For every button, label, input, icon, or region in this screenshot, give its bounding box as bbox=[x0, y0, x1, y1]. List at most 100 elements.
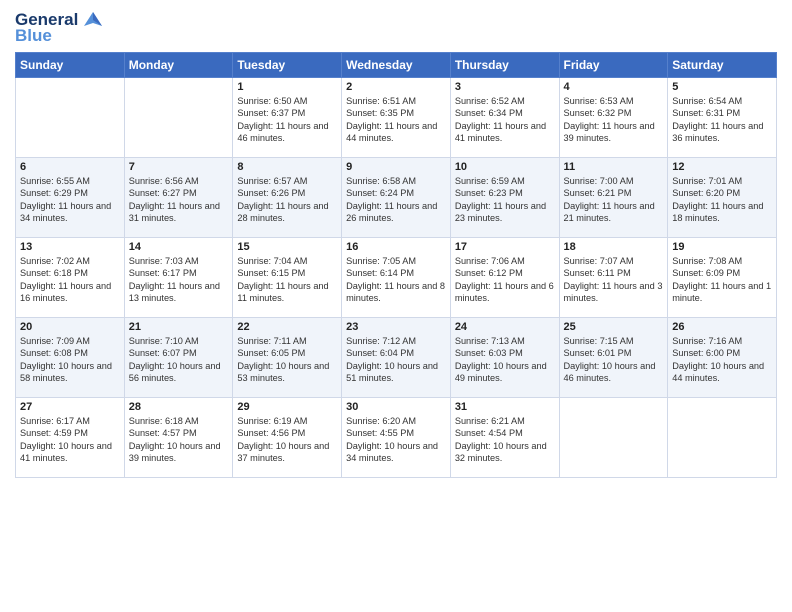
calendar-cell: 5 Sunrise: 6:54 AM Sunset: 6:31 PM Daylig… bbox=[668, 78, 777, 158]
calendar-cell bbox=[668, 398, 777, 478]
day-info: Sunrise: 6:59 AM Sunset: 6:23 PM Dayligh… bbox=[455, 175, 555, 225]
calendar-cell: 19 Sunrise: 7:08 AM Sunset: 6:09 PM Dayli… bbox=[668, 238, 777, 318]
calendar-cell: 30Sunrise: 6:20 AM Sunset: 4:55 PM Dayli… bbox=[342, 398, 451, 478]
calendar-cell: 8 Sunrise: 6:57 AM Sunset: 6:26 PM Daylig… bbox=[233, 158, 342, 238]
day-info: Sunrise: 6:18 AM Sunset: 4:57 PM Dayligh… bbox=[129, 415, 229, 465]
calendar-cell: 25 Sunrise: 7:15 AM Sunset: 6:01 PM Dayli… bbox=[559, 318, 668, 398]
day-info: Sunrise: 6:55 AM Sunset: 6:29 PM Dayligh… bbox=[20, 175, 120, 225]
header-day-saturday: Saturday bbox=[668, 53, 777, 78]
day-info: Sunrise: 7:08 AM Sunset: 6:09 PM Dayligh… bbox=[672, 255, 772, 305]
calendar-cell: 14 Sunrise: 7:03 AM Sunset: 6:17 PM Dayli… bbox=[124, 238, 233, 318]
calendar-cell: 11 Sunrise: 7:00 AM Sunset: 6:21 PM Dayli… bbox=[559, 158, 668, 238]
calendar-cell: 31 Sunrise: 6:21 AM Sunset: 4:54 PM Dayli… bbox=[450, 398, 559, 478]
header: General Blue bbox=[15, 10, 777, 46]
day-info: Sunrise: 7:05 AM Sunset: 6:14 PM Dayligh… bbox=[346, 255, 446, 305]
day-info: Sunrise: 7:02 AM Sunset: 6:18 PM Dayligh… bbox=[20, 255, 120, 305]
week-row-3: 20 Sunrise: 7:09 AM Sunset: 6:08 PM Dayli… bbox=[16, 318, 777, 398]
day-info: Sunrise: 7:04 AM Sunset: 6:15 PM Dayligh… bbox=[237, 255, 337, 305]
header-day-friday: Friday bbox=[559, 53, 668, 78]
day-number: 21 bbox=[129, 321, 229, 333]
calendar-cell bbox=[124, 78, 233, 158]
day-number: 11 bbox=[564, 161, 664, 173]
page: General Blue SundayMondayTuesdayWednesda… bbox=[0, 0, 792, 612]
day-info: Sunrise: 7:15 AM Sunset: 6:01 PM Dayligh… bbox=[564, 335, 664, 385]
header-row: SundayMondayTuesdayWednesdayThursdayFrid… bbox=[16, 53, 777, 78]
day-info: Sunrise: 6:50 AM Sunset: 6:37 PM Dayligh… bbox=[237, 95, 337, 145]
calendar-cell: 6 Sunrise: 6:55 AM Sunset: 6:29 PM Daylig… bbox=[16, 158, 125, 238]
calendar-cell: 20 Sunrise: 7:09 AM Sunset: 6:08 PM Dayli… bbox=[16, 318, 125, 398]
day-number: 20 bbox=[20, 321, 120, 333]
logo-container: General Blue bbox=[15, 10, 106, 46]
day-number: 26 bbox=[672, 321, 772, 333]
day-info: Sunrise: 7:00 AM Sunset: 6:21 PM Dayligh… bbox=[564, 175, 664, 225]
day-number: 3 bbox=[455, 81, 555, 93]
header-day-tuesday: Tuesday bbox=[233, 53, 342, 78]
header-day-monday: Monday bbox=[124, 53, 233, 78]
calendar-cell: 10Sunrise: 6:59 AM Sunset: 6:23 PM Dayli… bbox=[450, 158, 559, 238]
day-info: Sunrise: 7:13 AM Sunset: 6:03 PM Dayligh… bbox=[455, 335, 555, 385]
day-info: Sunrise: 7:11 AM Sunset: 6:05 PM Dayligh… bbox=[237, 335, 337, 385]
week-row-2: 13 Sunrise: 7:02 AM Sunset: 6:18 PM Dayli… bbox=[16, 238, 777, 318]
calendar-body: 1Sunrise: 6:50 AM Sunset: 6:37 PM Daylig… bbox=[16, 78, 777, 478]
calendar-cell: 9Sunrise: 6:58 AM Sunset: 6:24 PM Daylig… bbox=[342, 158, 451, 238]
day-number: 13 bbox=[20, 241, 120, 253]
day-info: Sunrise: 7:06 AM Sunset: 6:12 PM Dayligh… bbox=[455, 255, 555, 305]
day-info: Sunrise: 7:09 AM Sunset: 6:08 PM Dayligh… bbox=[20, 335, 120, 385]
day-info: Sunrise: 7:10 AM Sunset: 6:07 PM Dayligh… bbox=[129, 335, 229, 385]
day-number: 25 bbox=[564, 321, 664, 333]
day-info: Sunrise: 6:58 AM Sunset: 6:24 PM Dayligh… bbox=[346, 175, 446, 225]
calendar-cell: 28Sunrise: 6:18 AM Sunset: 4:57 PM Dayli… bbox=[124, 398, 233, 478]
day-number: 16 bbox=[346, 241, 446, 253]
day-info: Sunrise: 6:20 AM Sunset: 4:55 PM Dayligh… bbox=[346, 415, 446, 465]
calendar-cell: 24Sunrise: 7:13 AM Sunset: 6:03 PM Dayli… bbox=[450, 318, 559, 398]
week-row-4: 27Sunrise: 6:17 AM Sunset: 4:59 PM Dayli… bbox=[16, 398, 777, 478]
day-info: Sunrise: 7:03 AM Sunset: 6:17 PM Dayligh… bbox=[129, 255, 229, 305]
calendar-cell bbox=[16, 78, 125, 158]
calendar-cell: 3 Sunrise: 6:52 AM Sunset: 6:34 PM Daylig… bbox=[450, 78, 559, 158]
calendar-cell: 7 Sunrise: 6:56 AM Sunset: 6:27 PM Daylig… bbox=[124, 158, 233, 238]
day-number: 6 bbox=[20, 161, 120, 173]
day-info: Sunrise: 7:12 AM Sunset: 6:04 PM Dayligh… bbox=[346, 335, 446, 385]
calendar-cell: 12 Sunrise: 7:01 AM Sunset: 6:20 PM Dayli… bbox=[668, 158, 777, 238]
day-number: 23 bbox=[346, 321, 446, 333]
day-info: Sunrise: 6:21 AM Sunset: 4:54 PM Dayligh… bbox=[455, 415, 555, 465]
day-number: 19 bbox=[672, 241, 772, 253]
calendar-table: SundayMondayTuesdayWednesdayThursdayFrid… bbox=[15, 52, 777, 478]
calendar-cell: 18Sunrise: 7:07 AM Sunset: 6:11 PM Dayli… bbox=[559, 238, 668, 318]
logo: General Blue bbox=[15, 10, 106, 46]
calendar-cell: 15 Sunrise: 7:04 AM Sunset: 6:15 PM Dayli… bbox=[233, 238, 342, 318]
header-day-thursday: Thursday bbox=[450, 53, 559, 78]
day-info: Sunrise: 6:53 AM Sunset: 6:32 PM Dayligh… bbox=[564, 95, 664, 145]
day-info: Sunrise: 6:17 AM Sunset: 4:59 PM Dayligh… bbox=[20, 415, 120, 465]
day-number: 17 bbox=[455, 241, 555, 253]
calendar-cell: 27Sunrise: 6:17 AM Sunset: 4:59 PM Dayli… bbox=[16, 398, 125, 478]
logo-blue: Blue bbox=[15, 26, 52, 46]
day-number: 15 bbox=[237, 241, 337, 253]
day-number: 5 bbox=[672, 81, 772, 93]
day-info: Sunrise: 6:51 AM Sunset: 6:35 PM Dayligh… bbox=[346, 95, 446, 145]
day-info: Sunrise: 6:57 AM Sunset: 6:26 PM Dayligh… bbox=[237, 175, 337, 225]
calendar-cell: 29 Sunrise: 6:19 AM Sunset: 4:56 PM Dayli… bbox=[233, 398, 342, 478]
day-info: Sunrise: 6:52 AM Sunset: 6:34 PM Dayligh… bbox=[455, 95, 555, 145]
day-number: 29 bbox=[237, 401, 337, 413]
day-number: 12 bbox=[672, 161, 772, 173]
day-info: Sunrise: 7:07 AM Sunset: 6:11 PM Dayligh… bbox=[564, 255, 664, 305]
week-row-0: 1Sunrise: 6:50 AM Sunset: 6:37 PM Daylig… bbox=[16, 78, 777, 158]
calendar-header: SundayMondayTuesdayWednesdayThursdayFrid… bbox=[16, 53, 777, 78]
day-info: Sunrise: 6:56 AM Sunset: 6:27 PM Dayligh… bbox=[129, 175, 229, 225]
day-number: 31 bbox=[455, 401, 555, 413]
header-day-wednesday: Wednesday bbox=[342, 53, 451, 78]
header-day-sunday: Sunday bbox=[16, 53, 125, 78]
calendar-cell: 1Sunrise: 6:50 AM Sunset: 6:37 PM Daylig… bbox=[233, 78, 342, 158]
day-number: 7 bbox=[129, 161, 229, 173]
day-info: Sunrise: 6:54 AM Sunset: 6:31 PM Dayligh… bbox=[672, 95, 772, 145]
day-info: Sunrise: 6:19 AM Sunset: 4:56 PM Dayligh… bbox=[237, 415, 337, 465]
day-number: 2 bbox=[346, 81, 446, 93]
day-number: 14 bbox=[129, 241, 229, 253]
calendar-cell: 2 Sunrise: 6:51 AM Sunset: 6:35 PM Daylig… bbox=[342, 78, 451, 158]
day-number: 8 bbox=[237, 161, 337, 173]
calendar-cell: 26Sunrise: 7:16 AM Sunset: 6:00 PM Dayli… bbox=[668, 318, 777, 398]
calendar-cell: 16 Sunrise: 7:05 AM Sunset: 6:14 PM Dayli… bbox=[342, 238, 451, 318]
calendar-cell: 4Sunrise: 6:53 AM Sunset: 6:32 PM Daylig… bbox=[559, 78, 668, 158]
day-info: Sunrise: 7:01 AM Sunset: 6:20 PM Dayligh… bbox=[672, 175, 772, 225]
